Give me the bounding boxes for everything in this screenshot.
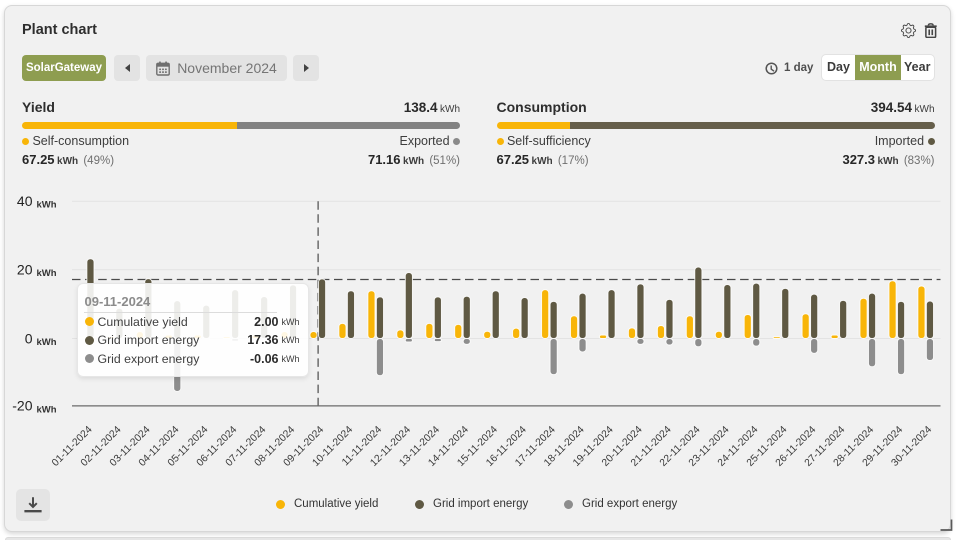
svg-text:kWh: kWh (37, 404, 57, 415)
svg-text:40: 40 (17, 193, 33, 209)
svg-text:kWh: kWh (37, 268, 57, 279)
svg-text:kWh: kWh (37, 200, 57, 211)
svg-text:20: 20 (17, 262, 33, 278)
svg-text:-20: -20 (12, 398, 32, 414)
svg-text:0: 0 (25, 330, 33, 346)
svg-text:kWh: kWh (37, 337, 57, 348)
